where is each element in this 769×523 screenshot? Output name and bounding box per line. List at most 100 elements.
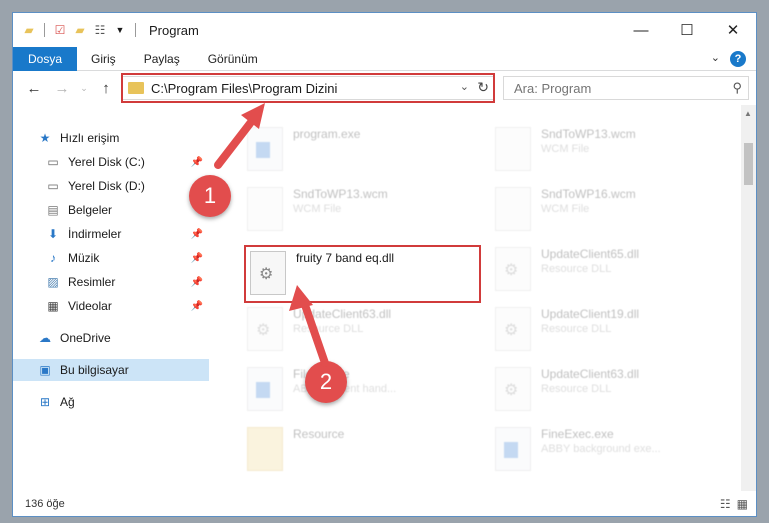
view-toggle: ☷ ▦ — [720, 497, 748, 511]
music-icon: ♪ — [50, 251, 56, 265]
pictures-icon: ▨ — [47, 275, 59, 289]
file-name: FineExec.exe — [541, 427, 614, 441]
file-item[interactable]: FineExec.exe ABBY background exe... — [495, 427, 661, 479]
file-item[interactable]: SndToWP16.wcm WCM File — [495, 187, 636, 239]
sidebar-item-label: Müzik — [68, 251, 100, 265]
sidebar-item-documents[interactable]: ▤ Belgeler — [13, 199, 209, 221]
sidebar-item-videos[interactable]: ▦ Videolar 📌 — [13, 295, 209, 317]
star-icon: ★ — [39, 131, 51, 145]
sidebar-item-local-disk-d[interactable]: ▭ Yerel Disk (D:) — [13, 175, 209, 197]
file-item[interactable]: UpdateClient65.dll Resource DLL — [495, 247, 639, 299]
exe-file-icon — [495, 427, 531, 471]
file-name: UpdateClient19.dll — [541, 307, 640, 321]
scroll-up-icon[interactable]: ▲ — [744, 109, 752, 118]
properties-icon[interactable]: ☑ — [52, 22, 68, 38]
file-name: UpdateClient63.dll — [541, 367, 640, 381]
download-icon: ⬇ — [47, 227, 59, 241]
status-bar: 136 öğe ☷ ▦ — [13, 491, 756, 516]
sidebar-item-local-disk-c[interactable]: ▭ Yerel Disk (C:) 📌 — [13, 151, 209, 173]
arrow-to-dll-file — [289, 285, 329, 367]
search-icon[interactable]: ⚲ — [732, 80, 742, 96]
video-icon: ▦ — [47, 299, 59, 313]
sidebar-item-label: İndirmeler — [68, 227, 122, 241]
pin-icon[interactable]: 📌 — [191, 229, 203, 240]
sidebar-item-label: Resimler — [68, 275, 116, 289]
separator — [44, 23, 45, 37]
search-box[interactable]: ⚲ — [503, 76, 749, 100]
item-count: 136 öğe — [25, 498, 65, 510]
sidebar-item-music[interactable]: ♪ Müzik 📌 — [13, 247, 209, 269]
navigation-bar: ← → ⌄ ↑ C:\Program Files\Program Dizini … — [13, 71, 756, 105]
search-input[interactable] — [504, 80, 714, 96]
file-type: WCM File — [293, 203, 342, 215]
sidebar-item-onedrive[interactable]: ☁ OneDrive — [13, 327, 209, 349]
sidebar-item-label: Yerel Disk (D:) — [68, 179, 145, 193]
file-name: SndToWP13.wcm — [541, 127, 636, 141]
sidebar-item-pictures[interactable]: ▨ Resimler 📌 — [13, 271, 209, 293]
sidebar-item-label: Ağ — [60, 395, 75, 409]
file-item[interactable]: SndToWP13.wcm WCM File — [495, 127, 636, 179]
details-view-icon[interactable]: ☷ — [720, 497, 731, 511]
address-highlight-box — [121, 73, 495, 103]
maximize-button[interactable]: ☐ — [664, 13, 710, 47]
minimize-button[interactable]: — — [618, 13, 664, 47]
sidebar-item-label: Hızlı erişim — [60, 131, 120, 145]
folder-icon: ▰ — [24, 23, 34, 37]
sidebar-item-label: Belgeler — [68, 203, 113, 217]
close-button[interactable]: ✕ — [710, 13, 756, 47]
file-type: ABBY background exe... — [541, 443, 661, 455]
sidebar-item-label: Bu bilgisayar — [60, 363, 129, 377]
file-name: Resource — [293, 427, 345, 441]
title-bar: ▰ ☑ ▰ ☷ ▼ Program — ☐ ✕ — [13, 13, 756, 47]
pin-icon[interactable]: 📌 — [191, 301, 203, 312]
up-arrow-icon[interactable]: ↑ — [95, 77, 117, 99]
navigation-pane: ★ Hızlı erişim ▭ Yerel Disk (C:) 📌 ▭ Yer… — [13, 105, 209, 491]
sidebar-item-this-pc[interactable]: ▣ Bu bilgisayar — [13, 359, 209, 381]
quick-access-toolbar: ▰ ☑ ▰ ☷ ▼ — [13, 22, 139, 38]
file-type: Resource DLL — [541, 263, 612, 275]
sidebar-item-label: Yerel Disk (C:) — [68, 155, 145, 169]
pin-icon[interactable]: 📌 — [191, 253, 203, 264]
file-item[interactable]: UpdateClient63.dll Resource DLL — [495, 367, 639, 419]
back-arrow-icon[interactable]: ← — [23, 77, 45, 99]
explorer-window: ▰ ☑ ▰ ☷ ▼ Program — ☐ ✕ Dosya Giriş Payl… — [12, 12, 757, 517]
tab-view[interactable]: Görünüm — [194, 47, 272, 71]
recent-dropdown-icon[interactable]: ⌄ — [79, 77, 89, 99]
document-file-icon — [247, 187, 283, 231]
file-item[interactable]: Resource — [247, 427, 344, 479]
file-item[interactable]: UpdateClient19.dll Resource DLL — [495, 307, 639, 359]
large-icons-view-icon[interactable]: ▦ — [737, 497, 748, 511]
forward-arrow-icon[interactable]: → — [51, 77, 73, 99]
drive-icon: ▭ — [47, 155, 59, 169]
arrow-to-address-bar — [214, 103, 265, 169]
help-button[interactable]: ? — [730, 51, 746, 67]
vertical-scrollbar[interactable]: ▲ — [741, 105, 756, 491]
folder-icon — [247, 427, 283, 471]
window-controls: — ☐ ✕ — [618, 13, 756, 47]
file-type: Resource DLL — [541, 383, 612, 395]
separator — [135, 23, 136, 37]
file-type: WCM File — [541, 143, 590, 155]
scrollbar-thumb[interactable] — [744, 143, 753, 185]
file-name: SndToWP13.wcm — [293, 187, 388, 201]
ribbon-expand-icon[interactable]: ⌄ — [711, 51, 720, 64]
document-file-icon — [495, 127, 531, 171]
view-options-icon[interactable]: ☷ — [92, 22, 108, 38]
tab-home[interactable]: Giriş — [77, 47, 130, 71]
pin-icon[interactable]: 📌 — [191, 277, 203, 288]
file-item[interactable]: SndToWP13.wcm WCM File — [247, 187, 388, 239]
file-type: WCM File — [541, 203, 590, 215]
new-folder-icon[interactable]: ▰ — [72, 22, 88, 38]
sidebar-item-downloads[interactable]: ⬇ İndirmeler 📌 — [13, 223, 209, 245]
ribbon-tabs: Dosya Giriş Paylaş Görünüm ⌄ ? — [13, 46, 756, 71]
document-file-icon — [495, 187, 531, 231]
drive-icon: ▭ — [47, 179, 59, 193]
customize-dropdown-icon[interactable]: ▼ — [112, 22, 128, 38]
documents-icon: ▤ — [47, 203, 59, 217]
sidebar-item-quick-access[interactable]: ★ Hızlı erişim — [13, 127, 209, 149]
tab-file[interactable]: Dosya — [13, 46, 78, 71]
tab-share[interactable]: Paylaş — [130, 47, 194, 71]
sidebar-item-network[interactable]: ⊞ Ağ — [13, 391, 209, 413]
dll-file-icon — [495, 367, 531, 411]
sidebar-item-label: Videolar — [68, 299, 112, 313]
